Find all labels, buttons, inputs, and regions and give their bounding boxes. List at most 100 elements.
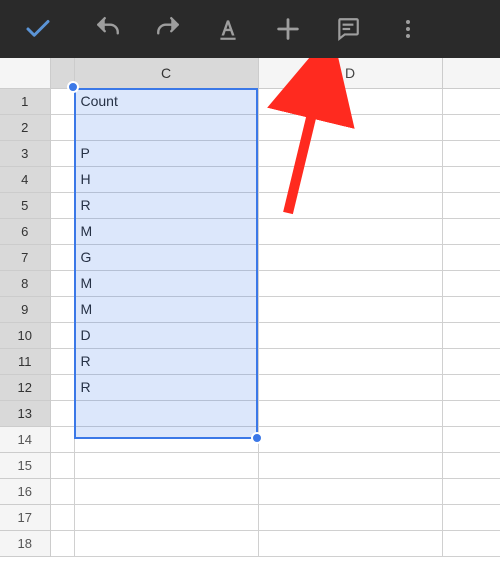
- cell[interactable]: [442, 478, 500, 504]
- cell-C12[interactable]: R: [74, 374, 258, 400]
- cell-C3[interactable]: P: [74, 140, 258, 166]
- cell[interactable]: [258, 114, 442, 140]
- overflow-menu-button[interactable]: [378, 0, 438, 58]
- row-header-18[interactable]: 18: [0, 530, 50, 556]
- cell[interactable]: [50, 348, 74, 374]
- insert-button[interactable]: [258, 0, 318, 58]
- cell[interactable]: [258, 322, 442, 348]
- row-header-13[interactable]: 13: [0, 400, 50, 426]
- row-header-8[interactable]: 8: [0, 270, 50, 296]
- cell[interactable]: [50, 192, 74, 218]
- row-header-6[interactable]: 6: [0, 218, 50, 244]
- cell-C6[interactable]: M: [74, 218, 258, 244]
- cell[interactable]: [50, 322, 74, 348]
- cell-C9[interactable]: M: [74, 296, 258, 322]
- cell[interactable]: [50, 114, 74, 140]
- cell[interactable]: [74, 452, 258, 478]
- cell[interactable]: [442, 322, 500, 348]
- cell[interactable]: [258, 166, 442, 192]
- cell[interactable]: [442, 400, 500, 426]
- cell[interactable]: [258, 218, 442, 244]
- cell[interactable]: [50, 270, 74, 296]
- selection-handle-bottom-right[interactable]: [251, 432, 263, 444]
- row-header-10[interactable]: 10: [0, 322, 50, 348]
- cell-C2[interactable]: [74, 114, 258, 140]
- cell-C5[interactable]: R: [74, 192, 258, 218]
- cell[interactable]: [258, 348, 442, 374]
- cell-C13[interactable]: [74, 400, 258, 426]
- cell[interactable]: [442, 140, 500, 166]
- cell-C4[interactable]: H: [74, 166, 258, 192]
- cell[interactable]: [50, 374, 74, 400]
- spreadsheet[interactable]: C D 1Count 2 3P 4H 5R 6M 7G 8M 9M 10D 11…: [0, 58, 500, 562]
- cell[interactable]: [442, 192, 500, 218]
- cell[interactable]: [442, 88, 500, 114]
- cell[interactable]: [258, 192, 442, 218]
- row-header-7[interactable]: 7: [0, 244, 50, 270]
- cell[interactable]: [258, 452, 442, 478]
- cell[interactable]: [442, 530, 500, 556]
- confirm-button[interactable]: [8, 0, 68, 58]
- undo-button[interactable]: [78, 0, 138, 58]
- cell[interactable]: [258, 504, 442, 530]
- cell[interactable]: [74, 504, 258, 530]
- selection-handle-top-left[interactable]: [67, 81, 79, 93]
- cell[interactable]: [50, 478, 74, 504]
- cell[interactable]: [442, 374, 500, 400]
- cell[interactable]: [50, 426, 74, 452]
- cell[interactable]: [50, 140, 74, 166]
- select-all-corner[interactable]: [0, 58, 50, 88]
- cell[interactable]: [258, 88, 442, 114]
- cell[interactable]: [442, 348, 500, 374]
- cell[interactable]: [50, 296, 74, 322]
- row-header-3[interactable]: 3: [0, 140, 50, 166]
- row-header-16[interactable]: 16: [0, 478, 50, 504]
- cell[interactable]: [258, 140, 442, 166]
- row-header-17[interactable]: 17: [0, 504, 50, 530]
- row-header-11[interactable]: 11: [0, 348, 50, 374]
- cell[interactable]: [74, 426, 258, 452]
- cell[interactable]: [50, 504, 74, 530]
- cell[interactable]: [442, 114, 500, 140]
- cell[interactable]: [50, 530, 74, 556]
- cell-C1[interactable]: Count: [74, 88, 258, 114]
- row-header-5[interactable]: 5: [0, 192, 50, 218]
- cell-C7[interactable]: G: [74, 244, 258, 270]
- cell[interactable]: [442, 244, 500, 270]
- cell[interactable]: [258, 530, 442, 556]
- redo-button[interactable]: [138, 0, 198, 58]
- cell[interactable]: [74, 530, 258, 556]
- row-header-4[interactable]: 4: [0, 166, 50, 192]
- cell[interactable]: [442, 504, 500, 530]
- cell[interactable]: [442, 218, 500, 244]
- cell[interactable]: [442, 426, 500, 452]
- row-header-9[interactable]: 9: [0, 296, 50, 322]
- cell[interactable]: [50, 452, 74, 478]
- cell[interactable]: [50, 218, 74, 244]
- cell[interactable]: [258, 296, 442, 322]
- text-format-button[interactable]: [198, 0, 258, 58]
- row-header-15[interactable]: 15: [0, 452, 50, 478]
- column-header-partial-right[interactable]: [442, 58, 500, 88]
- column-header-D[interactable]: D: [258, 58, 442, 88]
- comment-button[interactable]: [318, 0, 378, 58]
- cell[interactable]: [50, 166, 74, 192]
- cell[interactable]: [442, 296, 500, 322]
- cell-C8[interactable]: M: [74, 270, 258, 296]
- cell[interactable]: [258, 374, 442, 400]
- cell[interactable]: [258, 426, 442, 452]
- row-header-12[interactable]: 12: [0, 374, 50, 400]
- cell[interactable]: [442, 270, 500, 296]
- cell[interactable]: [258, 478, 442, 504]
- cell[interactable]: [442, 452, 500, 478]
- cell[interactable]: [50, 244, 74, 270]
- cell[interactable]: [258, 270, 442, 296]
- cell[interactable]: [258, 400, 442, 426]
- cell[interactable]: [74, 478, 258, 504]
- column-header-C[interactable]: C: [74, 58, 258, 88]
- row-header-1[interactable]: 1: [0, 88, 50, 114]
- row-header-14[interactable]: 14: [0, 426, 50, 452]
- row-header-2[interactable]: 2: [0, 114, 50, 140]
- cell[interactable]: [258, 244, 442, 270]
- cell-C10[interactable]: D: [74, 322, 258, 348]
